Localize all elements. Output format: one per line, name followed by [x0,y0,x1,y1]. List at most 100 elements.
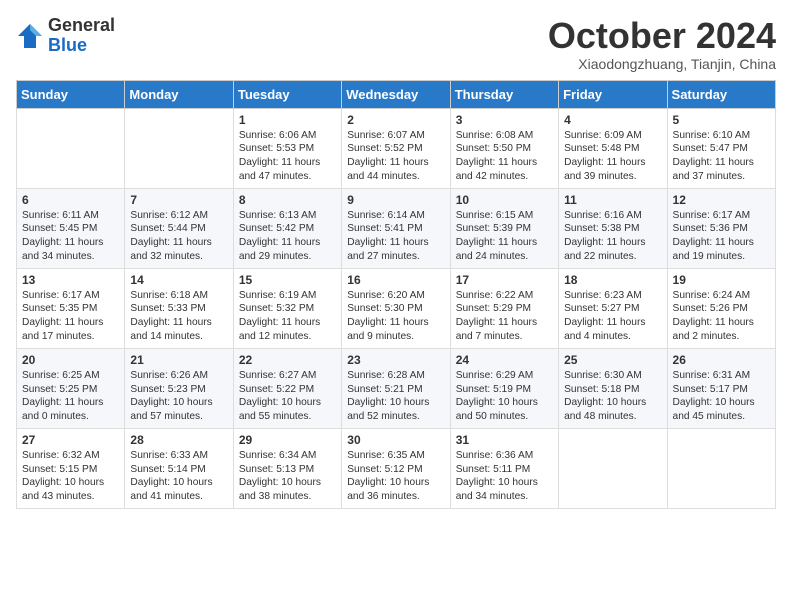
calendar-cell: 14 Sunrise: 6:18 AMSunset: 5:33 PMDayligh… [125,268,233,348]
day-info: Sunrise: 6:32 AMSunset: 5:15 PMDaylight:… [22,449,119,504]
day-number: 8 [239,193,336,207]
calendar-cell: 27 Sunrise: 6:32 AMSunset: 5:15 PMDayligh… [17,428,125,508]
weekday-header: Monday [125,80,233,108]
calendar-cell: 10 Sunrise: 6:15 AMSunset: 5:39 PMDayligh… [450,188,558,268]
calendar-cell: 5 Sunrise: 6:10 AMSunset: 5:47 PMDaylight… [667,108,775,188]
day-info: Sunrise: 6:13 AMSunset: 5:42 PMDaylight:… [239,209,336,264]
day-number: 26 [673,353,770,367]
day-number: 6 [22,193,119,207]
calendar-cell: 28 Sunrise: 6:33 AMSunset: 5:14 PMDayligh… [125,428,233,508]
day-info: Sunrise: 6:31 AMSunset: 5:17 PMDaylight:… [673,369,770,424]
calendar-cell: 1Sunrise: 6:06 AMSunset: 5:53 PMDaylight… [233,108,341,188]
day-number: 15 [239,273,336,287]
calendar-cell: 24 Sunrise: 6:29 AMSunset: 5:19 PMDayligh… [450,348,558,428]
calendar-cell: 31Sunrise: 6:36 AMSunset: 5:11 PMDayligh… [450,428,558,508]
calendar-cell: 6 Sunrise: 6:11 AMSunset: 5:45 PMDaylight… [17,188,125,268]
day-info: Sunrise: 6:15 AMSunset: 5:39 PMDaylight:… [456,209,553,264]
calendar-week-row: 20 Sunrise: 6:25 AMSunset: 5:25 PMDayligh… [17,348,776,428]
day-number: 19 [673,273,770,287]
day-info: Sunrise: 6:29 AMSunset: 5:19 PMDaylight:… [456,369,553,424]
calendar-week-row: 13 Sunrise: 6:17 AMSunset: 5:35 PMDayligh… [17,268,776,348]
calendar-cell: 30Sunrise: 6:35 AMSunset: 5:12 PMDayligh… [342,428,450,508]
day-number: 28 [130,433,227,447]
day-info: Sunrise: 6:14 AMSunset: 5:41 PMDaylight:… [347,209,444,264]
logo: General Blue [16,16,115,56]
day-number: 22 [239,353,336,367]
calendar-cell: 20 Sunrise: 6:25 AMSunset: 5:25 PMDayligh… [17,348,125,428]
calendar-cell [667,428,775,508]
day-number: 12 [673,193,770,207]
day-number: 29 [239,433,336,447]
day-number: 3 [456,113,553,127]
day-info: Sunrise: 6:08 AMSunset: 5:50 PMDaylight:… [456,129,553,184]
calendar-cell: 12Sunrise: 6:17 AMSunset: 5:36 PMDayligh… [667,188,775,268]
day-number: 13 [22,273,119,287]
calendar-cell [559,428,667,508]
day-info: Sunrise: 6:07 AMSunset: 5:52 PMDaylight:… [347,129,444,184]
day-number: 18 [564,273,661,287]
calendar-week-row: 27 Sunrise: 6:32 AMSunset: 5:15 PMDayligh… [17,428,776,508]
day-number: 30 [347,433,444,447]
day-number: 25 [564,353,661,367]
calendar-table: SundayMondayTuesdayWednesdayThursdayFrid… [16,80,776,509]
calendar-cell: 19 Sunrise: 6:24 AMSunset: 5:26 PMDayligh… [667,268,775,348]
calendar-cell: 15 Sunrise: 6:19 AMSunset: 5:32 PMDayligh… [233,268,341,348]
logo-blue: Blue [48,36,115,56]
calendar-cell: 22 Sunrise: 6:27 AMSunset: 5:22 PMDayligh… [233,348,341,428]
day-number: 27 [22,433,119,447]
day-info: Sunrise: 6:26 AMSunset: 5:23 PMDaylight:… [130,369,227,424]
calendar-cell: 2 Sunrise: 6:07 AMSunset: 5:52 PMDaylight… [342,108,450,188]
day-info: Sunrise: 6:34 AMSunset: 5:13 PMDaylight:… [239,449,336,504]
month-title: October 2024 [548,16,776,56]
day-info: Sunrise: 6:19 AMSunset: 5:32 PMDaylight:… [239,289,336,344]
calendar-cell: 26 Sunrise: 6:31 AMSunset: 5:17 PMDayligh… [667,348,775,428]
day-number: 14 [130,273,227,287]
day-info: Sunrise: 6:25 AMSunset: 5:25 PMDaylight:… [22,369,119,424]
calendar-cell: 25 Sunrise: 6:30 AMSunset: 5:18 PMDayligh… [559,348,667,428]
calendar-cell: 9 Sunrise: 6:14 AMSunset: 5:41 PMDaylight… [342,188,450,268]
day-info: Sunrise: 6:30 AMSunset: 5:18 PMDaylight:… [564,369,661,424]
logo-general: General [48,16,115,36]
day-info: Sunrise: 6:11 AMSunset: 5:45 PMDaylight:… [22,209,119,264]
calendar-header-row: SundayMondayTuesdayWednesdayThursdayFrid… [17,80,776,108]
day-info: Sunrise: 6:23 AMSunset: 5:27 PMDaylight:… [564,289,661,344]
day-number: 10 [456,193,553,207]
day-info: Sunrise: 6:10 AMSunset: 5:47 PMDaylight:… [673,129,770,184]
day-number: 31 [456,433,553,447]
weekday-header: Tuesday [233,80,341,108]
weekday-header: Friday [559,80,667,108]
day-number: 5 [673,113,770,127]
day-number: 23 [347,353,444,367]
calendar-cell: 21 Sunrise: 6:26 AMSunset: 5:23 PMDayligh… [125,348,233,428]
day-number: 2 [347,113,444,127]
calendar-cell: 16Sunrise: 6:20 AMSunset: 5:30 PMDayligh… [342,268,450,348]
calendar-cell: 11Sunrise: 6:16 AMSunset: 5:38 PMDayligh… [559,188,667,268]
day-number: 24 [456,353,553,367]
day-number: 1 [239,113,336,127]
day-info: Sunrise: 6:22 AMSunset: 5:29 PMDaylight:… [456,289,553,344]
day-info: Sunrise: 6:27 AMSunset: 5:22 PMDaylight:… [239,369,336,424]
weekday-header: Saturday [667,80,775,108]
day-number: 7 [130,193,227,207]
calendar-cell [125,108,233,188]
day-info: Sunrise: 6:33 AMSunset: 5:14 PMDaylight:… [130,449,227,504]
calendar-cell: 29 Sunrise: 6:34 AMSunset: 5:13 PMDayligh… [233,428,341,508]
calendar-cell: 3 Sunrise: 6:08 AMSunset: 5:50 PMDaylight… [450,108,558,188]
day-number: 17 [456,273,553,287]
day-number: 21 [130,353,227,367]
day-info: Sunrise: 6:24 AMSunset: 5:26 PMDaylight:… [673,289,770,344]
day-number: 9 [347,193,444,207]
location: Xiaodongzhuang, Tianjin, China [548,56,776,72]
weekday-header: Thursday [450,80,558,108]
day-info: Sunrise: 6:12 AMSunset: 5:44 PMDaylight:… [130,209,227,264]
day-number: 20 [22,353,119,367]
logo-text: General Blue [48,16,115,56]
day-number: 16 [347,273,444,287]
day-info: Sunrise: 6:18 AMSunset: 5:33 PMDaylight:… [130,289,227,344]
calendar-cell: 23Sunrise: 6:28 AMSunset: 5:21 PMDayligh… [342,348,450,428]
page-header: General Blue October 2024 Xiaodongzhuang… [16,16,776,72]
day-number: 4 [564,113,661,127]
day-info: Sunrise: 6:17 AMSunset: 5:35 PMDaylight:… [22,289,119,344]
day-info: Sunrise: 6:16 AMSunset: 5:38 PMDaylight:… [564,209,661,264]
weekday-header: Wednesday [342,80,450,108]
